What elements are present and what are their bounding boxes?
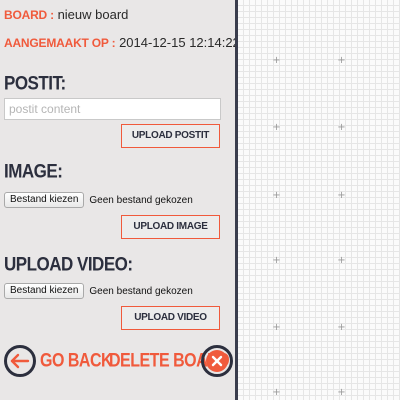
image-file-status: Geen bestand gekozen bbox=[89, 194, 193, 206]
image-heading: IMAGE: bbox=[4, 160, 63, 182]
board-canvas[interactable]: + + + + + + + + + + + + bbox=[238, 0, 400, 400]
close-icon bbox=[206, 350, 228, 372]
go-back-link[interactable]: GO BACK bbox=[40, 351, 113, 373]
left-arrow-icon bbox=[10, 353, 30, 369]
grid-marker-icon: + bbox=[272, 122, 281, 133]
board-name-row: BOARD : nieuw board bbox=[4, 7, 128, 22]
created-at-value: 2014-12-15 12:14:22 bbox=[119, 35, 235, 50]
video-heading: UPLOAD VIDEO: bbox=[4, 253, 133, 275]
grid-marker-icon: + bbox=[337, 55, 346, 66]
board-name-value: nieuw board bbox=[57, 7, 129, 22]
grid-marker-icon: + bbox=[337, 387, 346, 398]
sidebar-panel: BOARD : nieuw board AANGEMAAKT OP : 2014… bbox=[0, 0, 235, 400]
grid-marker-icon: + bbox=[272, 322, 281, 333]
board-name-label: BOARD : bbox=[4, 8, 54, 22]
image-file-button[interactable]: Bestand kiezen bbox=[4, 192, 85, 208]
postit-content-input[interactable] bbox=[4, 98, 221, 120]
go-back-icon-button[interactable] bbox=[4, 345, 36, 377]
grid-marker-icon: + bbox=[272, 55, 281, 66]
upload-video-button[interactable]: UPLOAD VIDEO bbox=[121, 306, 220, 330]
delete-board-icon-button[interactable] bbox=[201, 345, 233, 377]
grid-marker-icon: + bbox=[337, 322, 346, 333]
upload-image-button[interactable]: UPLOAD IMAGE bbox=[121, 215, 220, 239]
grid-marker-icon: + bbox=[272, 255, 281, 266]
grid-marker-icon: + bbox=[337, 190, 346, 201]
video-file-status: Geen bestand gekozen bbox=[89, 285, 193, 297]
grid-marker-icon: + bbox=[337, 122, 346, 133]
created-at-label: AANGEMAAKT OP : bbox=[4, 36, 116, 50]
video-file-button[interactable]: Bestand kiezen bbox=[4, 283, 85, 299]
created-at-row: AANGEMAAKT OP : 2014-12-15 12:14:22 bbox=[4, 35, 235, 50]
postit-heading: POSTIT: bbox=[4, 72, 66, 94]
upload-postit-button[interactable]: UPLOAD POSTIT bbox=[121, 124, 220, 148]
video-file-row: Bestand kiezen Geen bestand gekozen bbox=[4, 283, 193, 299]
image-file-row: Bestand kiezen Geen bestand gekozen bbox=[4, 192, 193, 208]
grid-marker-icon: + bbox=[272, 190, 281, 201]
footer-actions: GO BACK DELETE BOARD bbox=[0, 342, 235, 382]
grid-marker-icon: + bbox=[272, 387, 281, 398]
grid-marker-icon: + bbox=[337, 255, 346, 266]
